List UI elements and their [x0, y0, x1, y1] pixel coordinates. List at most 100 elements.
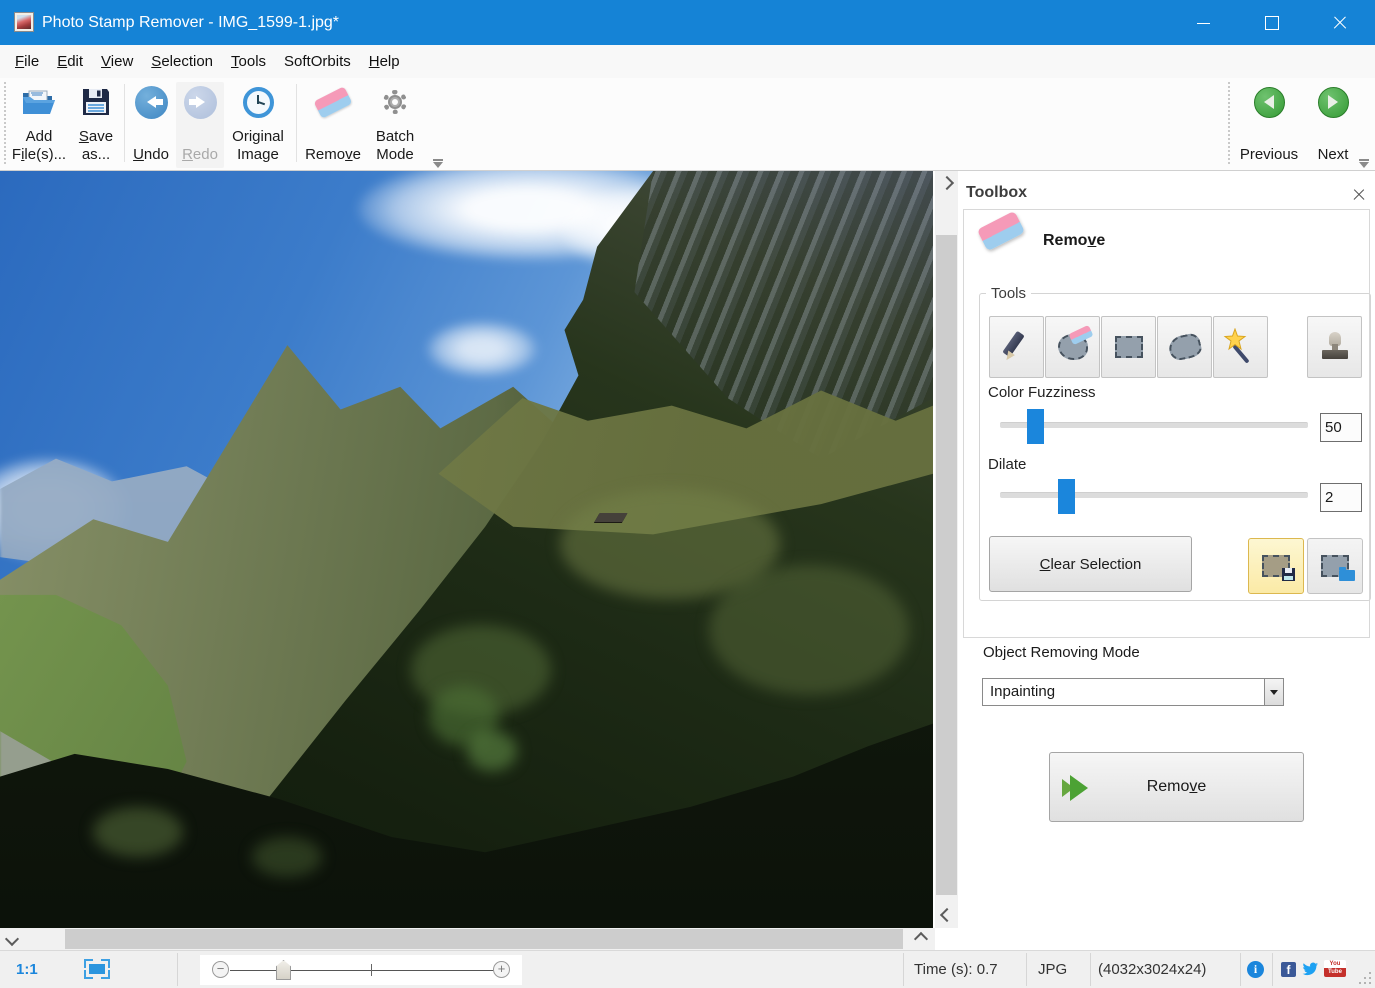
status-bar: 1:1 − + Time (s): 0.7 JPG (4032x3024x24)… — [0, 950, 1375, 988]
photo-layer-vegetation-highlight — [709, 565, 909, 695]
menu-view[interactable]: View — [101, 53, 146, 70]
object-removing-mode-label: Object Removing Mode — [983, 644, 1140, 661]
photo-layer-bush-highlight — [467, 731, 517, 771]
clear-selection-label: Clear Selection — [1040, 556, 1142, 573]
statusbar-separator — [903, 953, 904, 986]
batch-mode-gear-icon — [377, 84, 413, 120]
tools-groupbox-legend: Tools — [986, 285, 1031, 302]
menu-edit[interactable]: Edit — [57, 53, 96, 70]
menu-bar: File Edit View Selection Tools SoftOrbit… — [0, 45, 1375, 78]
youtube-icon[interactable]: You Tube — [1324, 960, 1346, 977]
toolbox-close-icon[interactable] — [1352, 188, 1366, 202]
add-files-label-line2: File(s)... — [8, 146, 70, 164]
pencil-icon — [1002, 332, 1032, 362]
dilate-value-field[interactable]: 2 — [1320, 483, 1362, 512]
photo-layer-bush-highlight — [93, 807, 183, 857]
horizontal-scrollbar[interactable] — [0, 928, 935, 950]
zoom-ratio-button[interactable]: 1:1 — [16, 961, 38, 978]
dilate-slider[interactable] — [1000, 492, 1308, 498]
remove-eraser-icon — [315, 84, 351, 120]
menu-softorbits[interactable]: SoftOrbits — [284, 53, 364, 70]
scroll-up-arrow[interactable] — [935, 173, 958, 193]
clone-stamp-tool-button[interactable] — [1307, 316, 1362, 378]
color-fuzziness-label: Color Fuzziness — [988, 384, 1096, 401]
toolbox-panel: Toolbox Remove Tools Color Fuzziness — [958, 171, 1375, 950]
save-selection-button[interactable] — [1248, 538, 1304, 594]
image-dimensions-status: (4032x3024x24) — [1098, 961, 1206, 978]
info-icon[interactable]: i — [1247, 961, 1264, 978]
zoom-slider-thumb[interactable] — [276, 960, 291, 980]
batch-mode-button[interactable]: Batch Mode — [366, 82, 424, 168]
facebook-icon[interactable]: f — [1281, 962, 1296, 977]
remove-mode-label: Remove — [1043, 232, 1105, 250]
vertical-scrollbar-thumb[interactable] — [936, 235, 957, 895]
dilate-slider-thumb[interactable] — [1058, 479, 1075, 514]
magic-wand-tool-button[interactable] — [1213, 316, 1268, 378]
object-removing-mode-select[interactable]: Inpainting — [982, 678, 1284, 706]
load-selection-button[interactable] — [1307, 538, 1363, 594]
menu-help[interactable]: Help — [369, 53, 413, 70]
eraser-selection-tool-button[interactable] — [1045, 316, 1100, 378]
twitter-icon[interactable] — [1302, 962, 1319, 977]
statusbar-separator — [1090, 953, 1091, 986]
toolbar-grip[interactable] — [4, 82, 6, 164]
resize-grip[interactable] — [1357, 970, 1371, 984]
rectangle-select-tool-button[interactable] — [1101, 316, 1156, 378]
load-selection-icon — [1321, 555, 1349, 577]
rectangle-select-icon — [1115, 336, 1143, 358]
scroll-left-arrow[interactable] — [2, 928, 22, 950]
menu-file[interactable]: File — [15, 53, 52, 70]
horizontal-scrollbar-thumb[interactable] — [65, 929, 903, 949]
remove-toolbar-button[interactable]: Remove — [302, 82, 364, 168]
remove-action-button[interactable]: Remove — [1049, 752, 1304, 822]
save-as-label-line2: as... — [72, 146, 120, 164]
zoom-slider-panel: − + — [200, 955, 522, 985]
photo-canvas[interactable] — [0, 171, 933, 928]
close-button[interactable] — [1308, 0, 1370, 45]
next-label: Next — [1305, 146, 1361, 164]
color-fuzziness-slider[interactable] — [1000, 422, 1308, 428]
photo-layer-bush-highlight — [252, 837, 322, 877]
scrollbar-corner — [935, 928, 958, 950]
next-button[interactable]: Next — [1305, 82, 1361, 168]
zoom-in-icon[interactable]: + — [493, 961, 510, 978]
clear-selection-button[interactable]: Clear Selection — [989, 536, 1192, 592]
add-files-button[interactable]: Add File(s)... — [8, 82, 70, 168]
photo-hut-roof — [595, 513, 628, 522]
object-removing-mode-value: Inpainting — [990, 683, 1055, 700]
menu-tools[interactable]: Tools — [231, 53, 279, 70]
remove-toolbar-label: Remove — [302, 146, 364, 164]
save-selection-icon — [1262, 555, 1290, 577]
toolbar-overflow-chevron-icon[interactable] — [433, 162, 443, 168]
zoom-out-icon[interactable]: − — [212, 961, 229, 978]
statusbar-separator — [1026, 953, 1027, 986]
toolbar-grip[interactable] — [1228, 82, 1230, 164]
redo-icon — [182, 84, 218, 120]
clone-stamp-icon — [1320, 332, 1350, 362]
original-image-button[interactable]: Original Image — [226, 82, 290, 168]
vertical-scrollbar[interactable] — [935, 171, 958, 928]
zoom-slider-track[interactable] — [230, 970, 496, 971]
dropdown-arrow-icon[interactable] — [1264, 679, 1283, 705]
color-fuzziness-slider-thumb[interactable] — [1027, 409, 1044, 444]
color-fuzziness-value-field[interactable]: 50 — [1320, 413, 1362, 442]
minimize-button[interactable] — [1172, 0, 1234, 45]
scroll-right-arrow[interactable] — [911, 928, 931, 950]
toolbox-title: Toolbox — [966, 184, 1027, 202]
previous-icon — [1251, 84, 1287, 120]
green-arrow-icon — [1062, 775, 1092, 801]
pencil-tool-button[interactable] — [989, 316, 1044, 378]
photo-layer-cloud — [426, 321, 538, 377]
undo-button[interactable]: Undo — [128, 82, 174, 168]
menu-selection[interactable]: Selection — [151, 53, 226, 70]
save-as-button[interactable]: Save as... — [72, 82, 120, 168]
toolbar-separator — [296, 84, 297, 162]
maximize-button[interactable] — [1240, 0, 1302, 45]
save-as-label-line1: Save — [72, 128, 120, 146]
previous-button[interactable]: Previous — [1238, 82, 1300, 168]
fit-to-screen-icon[interactable] — [84, 959, 110, 979]
scroll-down-arrow[interactable] — [935, 905, 958, 925]
toolbar-overflow-chevron-icon[interactable] — [1359, 162, 1369, 168]
statusbar-separator — [1272, 953, 1273, 986]
lasso-select-tool-button[interactable] — [1157, 316, 1212, 378]
